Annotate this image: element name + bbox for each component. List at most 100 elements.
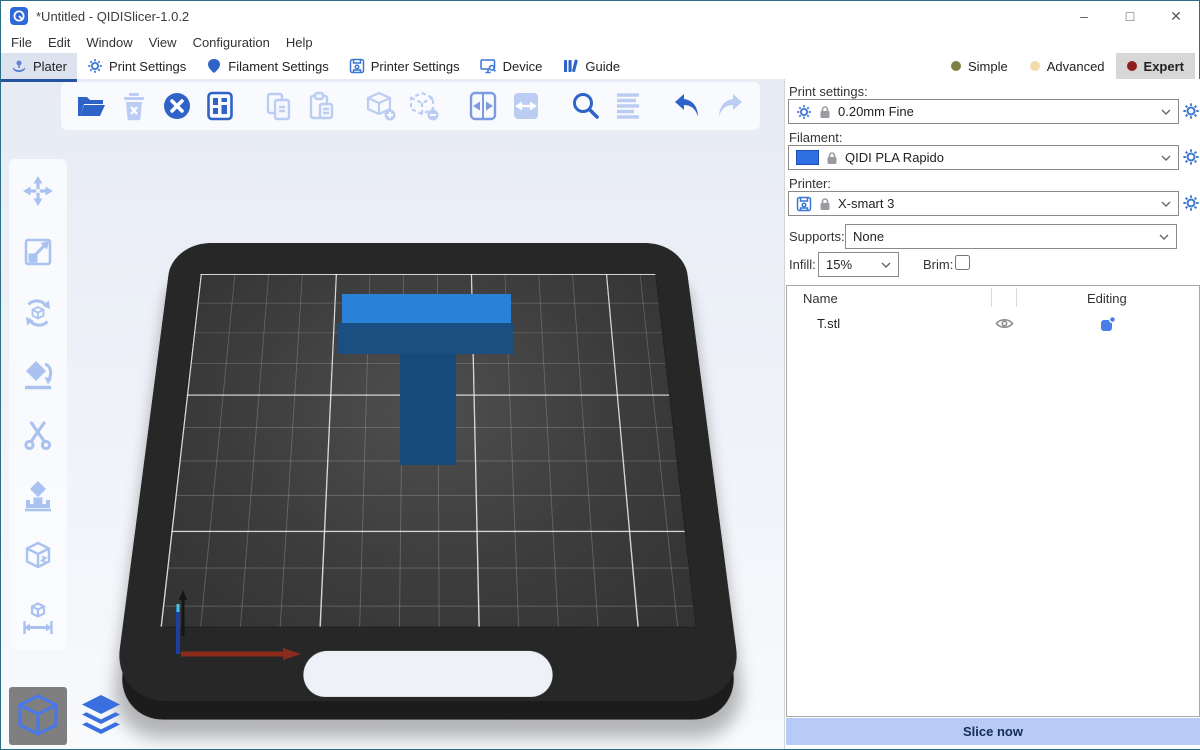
close-button[interactable]: ✕ xyxy=(1153,1,1199,31)
mode-selector: Simple Advanced Expert xyxy=(940,53,1199,79)
undo-button[interactable] xyxy=(669,87,705,125)
tab-print-settings[interactable]: Print Settings xyxy=(77,53,196,79)
open-folder-icon xyxy=(75,90,107,122)
tab-guide[interactable]: Guide xyxy=(552,53,630,79)
layers-preview-toggle[interactable] xyxy=(72,687,130,745)
copy-icon xyxy=(263,90,295,122)
tab-label: Print Settings xyxy=(109,59,186,74)
cut-button[interactable] xyxy=(18,415,58,455)
mode-advanced[interactable]: Advanced xyxy=(1019,53,1116,79)
rotate-icon xyxy=(21,296,55,330)
search-button[interactable] xyxy=(567,87,603,125)
move-button[interactable] xyxy=(18,171,58,211)
delete-button[interactable] xyxy=(116,87,152,125)
supports-value: None xyxy=(853,229,884,244)
menu-window[interactable]: Window xyxy=(78,35,140,50)
open-button[interactable] xyxy=(73,87,109,125)
slice-now-button[interactable]: Slice now xyxy=(786,718,1200,745)
paint-supports-button[interactable] xyxy=(18,476,58,516)
3d-viewport[interactable] xyxy=(1,79,784,749)
object-list-header: Name Editing xyxy=(787,286,1199,310)
model-t-stem[interactable] xyxy=(400,353,456,465)
paste-button[interactable] xyxy=(304,87,340,125)
plater-icon xyxy=(11,58,27,74)
printer-icon xyxy=(349,58,365,74)
supports-combo[interactable]: None xyxy=(845,224,1177,249)
settings-sidebar: Print settings: 0.20mm Fine Filament: QI… xyxy=(784,79,1200,749)
menu-view[interactable]: View xyxy=(141,35,185,50)
paste-icon xyxy=(306,90,338,122)
print-settings-value: 0.20mm Fine xyxy=(838,104,914,119)
split-to-objects-button[interactable] xyxy=(465,87,501,125)
printer-value: X-smart 3 xyxy=(838,196,894,211)
trash-icon xyxy=(118,90,150,122)
eye-visibility-icon[interactable] xyxy=(995,317,1014,330)
filament-value: QIDI PLA Rapido xyxy=(845,150,944,165)
place-on-face-icon xyxy=(21,357,55,391)
place-on-face-button[interactable] xyxy=(18,354,58,394)
model-t-crossbar[interactable] xyxy=(338,323,513,354)
redo-button[interactable] xyxy=(712,87,748,125)
undo-icon xyxy=(671,90,703,122)
printer-gear-button[interactable] xyxy=(1182,194,1200,212)
app-logo-icon xyxy=(10,7,28,25)
chevron-down-icon xyxy=(1161,201,1171,207)
seam-painting-button[interactable] xyxy=(18,537,58,577)
supports-icon xyxy=(21,479,55,513)
gear-icon xyxy=(87,58,103,74)
copy-button[interactable] xyxy=(261,87,297,125)
3d-editor-toggle[interactable] xyxy=(9,687,67,745)
add-instance-button[interactable] xyxy=(363,87,399,125)
filament-color-swatch xyxy=(796,150,819,165)
title-bar: *Untitled - QIDISlicer-1.0.2 – □ ✕ xyxy=(1,1,1199,31)
editing-icon[interactable] xyxy=(1099,314,1118,333)
delete-all-button[interactable] xyxy=(159,87,195,125)
split-objects-icon xyxy=(467,90,499,122)
printer-icon xyxy=(796,196,812,212)
move-icon xyxy=(21,174,55,208)
rotate-button[interactable] xyxy=(18,293,58,333)
print-settings-combo[interactable]: 0.20mm Fine xyxy=(788,99,1179,124)
infill-combo[interactable]: 15% xyxy=(818,252,899,277)
mode-label: Simple xyxy=(968,59,1008,74)
filament-gear-button[interactable] xyxy=(1182,148,1200,166)
gizmo-toolbar xyxy=(9,159,67,650)
model-t-top-face[interactable] xyxy=(342,294,511,324)
mode-expert[interactable]: Expert xyxy=(1116,53,1195,79)
layers-icon xyxy=(77,692,125,740)
infill-label: Infill: xyxy=(789,257,816,272)
brim-checkbox[interactable] xyxy=(955,255,970,270)
tab-printer-settings[interactable]: Printer Settings xyxy=(339,53,470,79)
guide-books-icon xyxy=(562,58,579,74)
menu-configuration[interactable]: Configuration xyxy=(185,35,278,50)
print-settings-gear-button[interactable] xyxy=(1182,102,1200,120)
printer-combo[interactable]: X-smart 3 xyxy=(788,191,1179,216)
menu-file[interactable]: File xyxy=(3,35,40,50)
lock-icon xyxy=(819,197,831,211)
filament-label: Filament: xyxy=(789,130,842,145)
scale-button[interactable] xyxy=(18,232,58,272)
arrange-button[interactable] xyxy=(202,87,238,125)
axes-indicator xyxy=(159,574,329,684)
menu-help[interactable]: Help xyxy=(278,35,321,50)
remove-instance-button[interactable] xyxy=(406,87,442,125)
maximize-button[interactable]: □ xyxy=(1107,1,1153,31)
tab-device[interactable]: Device xyxy=(470,53,553,79)
mode-simple[interactable]: Simple xyxy=(940,53,1019,79)
tab-plater[interactable]: Plater xyxy=(1,53,77,79)
minimize-button[interactable]: – xyxy=(1061,1,1107,31)
tab-filament-settings[interactable]: Filament Settings xyxy=(196,53,338,79)
menu-edit[interactable]: Edit xyxy=(40,35,78,50)
filament-combo[interactable]: QIDI PLA Rapido xyxy=(788,145,1179,170)
variable-layer-height-button[interactable] xyxy=(610,87,646,125)
split-to-parts-button[interactable] xyxy=(508,87,544,125)
column-separator xyxy=(991,288,992,307)
tab-label: Filament Settings xyxy=(228,59,328,74)
main-toolbar xyxy=(61,82,760,130)
measure-button[interactable] xyxy=(18,598,58,638)
scale-icon xyxy=(21,235,55,269)
add-instance-icon xyxy=(365,90,397,122)
object-row-tstl[interactable]: T.stl xyxy=(787,310,1199,336)
chevron-down-icon xyxy=(1161,155,1171,161)
gear-icon xyxy=(796,104,812,120)
